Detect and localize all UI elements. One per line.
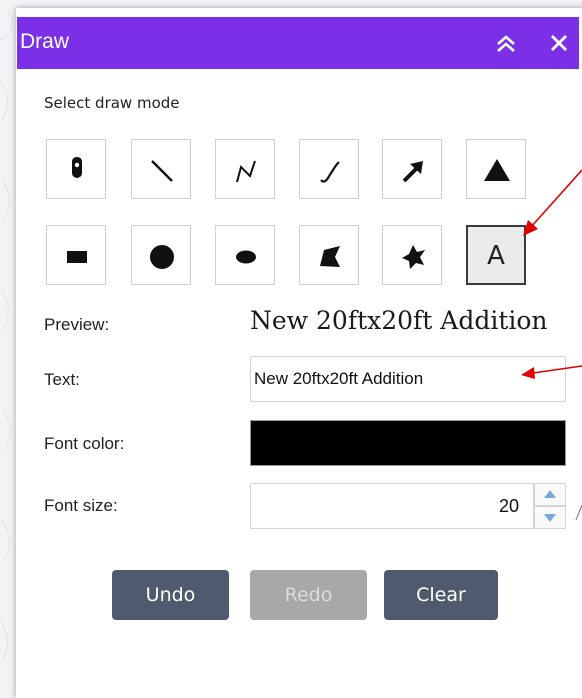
ellipse-icon: [236, 250, 256, 264]
font-size-label: Font size:: [44, 496, 118, 515]
caret-up-icon: [544, 490, 556, 498]
clear-button[interactable]: Clear: [384, 570, 498, 620]
tool-polygon[interactable]: [299, 225, 359, 285]
titlebar: Draw: [17, 17, 579, 69]
font-size-input[interactable]: [250, 483, 534, 529]
undo-button[interactable]: Undo: [112, 570, 229, 620]
redo-button[interactable]: Redo: [250, 570, 367, 620]
font-size-decrement[interactable]: [534, 506, 566, 529]
map-pin-icon: [72, 157, 82, 178]
polygon-icon: [320, 246, 340, 267]
tool-ellipse[interactable]: [215, 225, 275, 285]
rectangle-icon: [67, 251, 87, 263]
polyline-icon: [236, 160, 256, 183]
font-color-swatch[interactable]: [250, 420, 566, 466]
font-color-label: Font color:: [44, 434, 125, 453]
tool-freehand-polygon[interactable]: [382, 225, 442, 285]
tool-polyline[interactable]: [215, 139, 275, 199]
collapse-button[interactable]: [494, 33, 518, 55]
tool-triangle[interactable]: [466, 139, 526, 199]
tool-freehand-polyline[interactable]: [299, 139, 359, 199]
select-draw-mode-label: Select draw mode: [44, 94, 180, 112]
window-title: Draw: [20, 30, 70, 53]
freehand-polygon-icon: [402, 245, 425, 269]
close-button[interactable]: [547, 31, 571, 55]
freehand-line-icon: [320, 161, 340, 183]
tool-line[interactable]: [131, 139, 191, 199]
tool-point[interactable]: [46, 139, 106, 199]
tool-rectangle[interactable]: [46, 225, 106, 285]
tool-text[interactable]: A: [466, 225, 526, 285]
triangle-icon: [484, 159, 510, 181]
text-input[interactable]: [250, 356, 566, 402]
circle-icon: [150, 245, 174, 269]
close-icon: [551, 35, 567, 51]
tool-circle[interactable]: [131, 225, 191, 285]
preview-label: Preview:: [44, 315, 110, 334]
text-icon: A: [487, 241, 505, 271]
preview-text: New 20ftx20ft Addition: [250, 306, 548, 335]
line-icon: [151, 160, 173, 182]
caret-down-icon: [544, 514, 556, 522]
arrow-icon: [402, 161, 423, 183]
double-chevron-up-icon: [497, 35, 515, 52]
text-label: Text:: [44, 370, 80, 389]
tool-arrow[interactable]: [382, 139, 442, 199]
font-size-increment[interactable]: [534, 483, 566, 506]
